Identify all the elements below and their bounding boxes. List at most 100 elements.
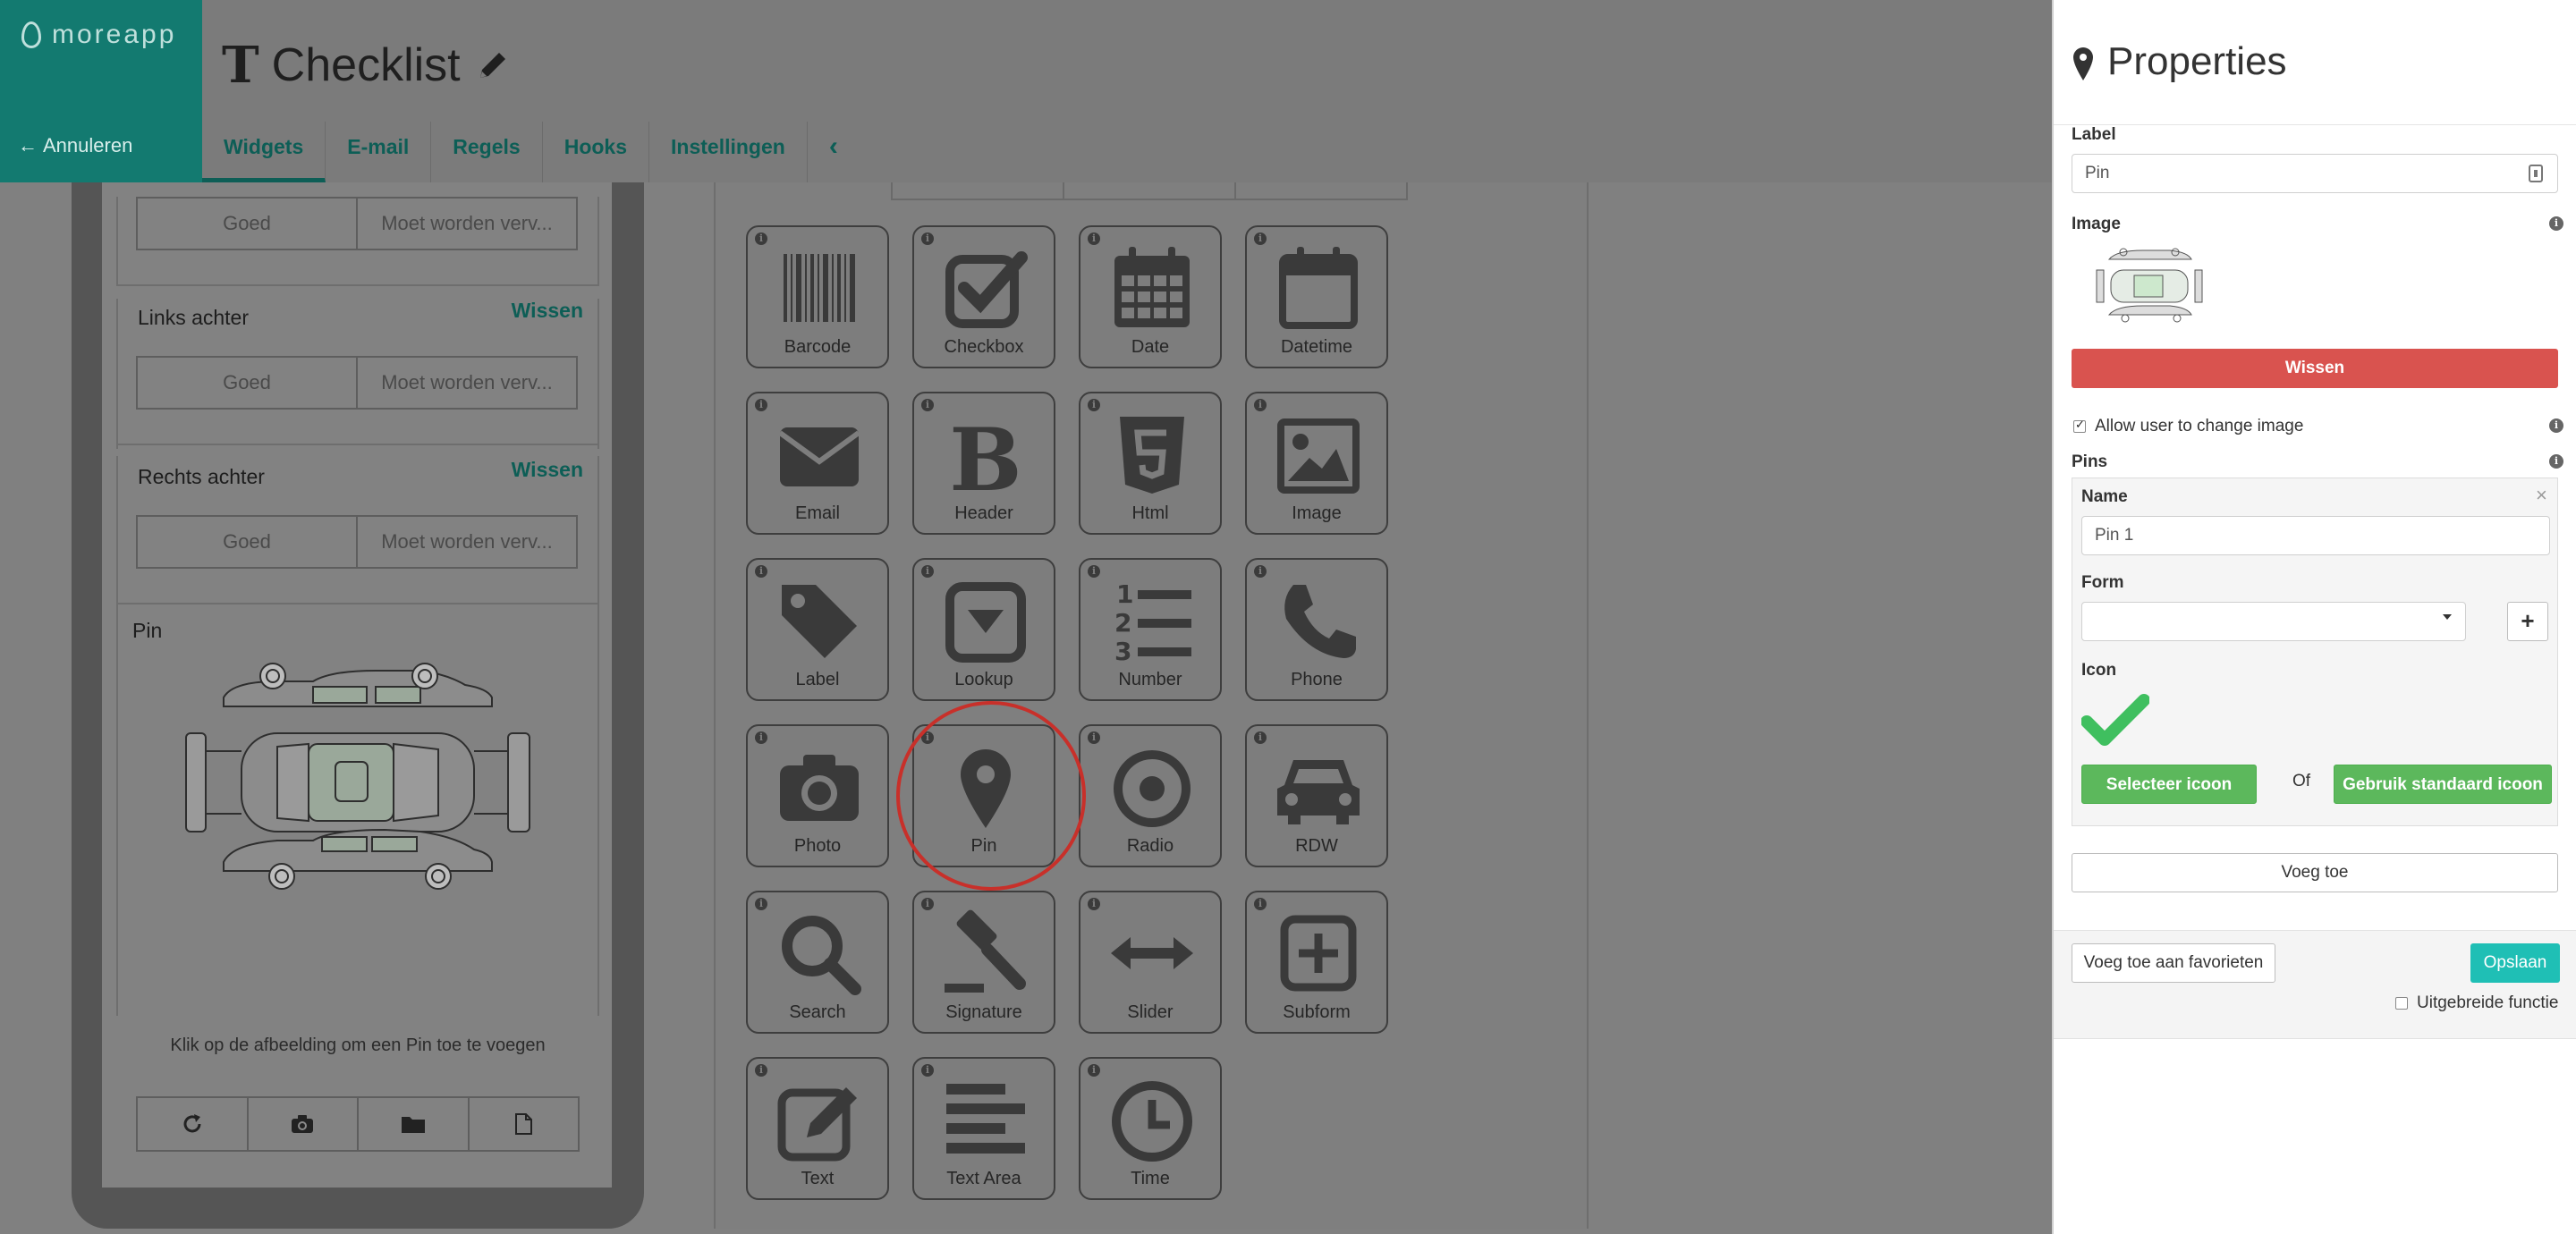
cancel-button[interactable]: ← Annuleren — [18, 134, 132, 157]
info-icon[interactable]: i — [1254, 731, 1267, 744]
info-icon[interactable]: i — [1254, 232, 1267, 245]
widget-label-item[interactable]: i Label — [746, 558, 889, 701]
widget-subform[interactable]: i Subform — [1245, 891, 1388, 1034]
widget-image[interactable]: i Image — [1245, 392, 1388, 535]
info-icon[interactable]: i — [921, 565, 934, 578]
clear-link[interactable]: Wissen — [512, 299, 583, 323]
info-icon[interactable]: i — [1088, 898, 1100, 910]
info-icon[interactable]: i — [2549, 418, 2563, 433]
use-default-icon-button[interactable]: Gebruik standaard icoon — [2334, 765, 2552, 804]
info-icon[interactable]: i — [921, 731, 934, 744]
widget-label: Html — [1131, 503, 1169, 523]
widget-html[interactable]: i Html — [1079, 392, 1222, 535]
info-icon[interactable]: i — [921, 898, 934, 910]
choice-replace[interactable]: Moet worden verv... — [356, 199, 576, 249]
widget-number[interactable]: i 1 2 3 Number — [1079, 558, 1222, 701]
widget-search[interactable]: i Search — [746, 891, 889, 1034]
choice-good[interactable]: Goed — [138, 517, 356, 567]
cancel-label: Annuleren — [43, 134, 133, 156]
widget-label: Header — [954, 503, 1013, 523]
widget-datetime[interactable]: i Datetime — [1245, 225, 1388, 368]
add-form-button[interactable]: + — [2507, 602, 2548, 641]
camera-icon[interactable] — [246, 1098, 358, 1150]
check-mark-icon — [2081, 694, 2149, 746]
info-icon[interactable]: i — [921, 232, 934, 245]
tab-email[interactable]: E-mail — [326, 122, 432, 182]
info-icon[interactable]: i — [1254, 399, 1267, 411]
allow-change-image-checkbox[interactable] — [2073, 418, 2086, 433]
choice-replace[interactable]: Moet worden verv... — [356, 358, 576, 408]
close-icon[interactable]: × — [2536, 484, 2547, 507]
widget-lookup[interactable]: i Lookup — [912, 558, 1055, 701]
pin-name-input[interactable]: Pin 1 — [2081, 516, 2550, 555]
gavel-icon — [945, 909, 1026, 993]
folder-icon[interactable] — [357, 1098, 468, 1150]
widget-signature[interactable]: i Signature — [912, 891, 1055, 1034]
edit-icon — [777, 1087, 857, 1162]
info-icon[interactable]: i — [755, 565, 767, 578]
widget-header[interactable]: i B Header — [912, 392, 1055, 535]
info-icon[interactable]: i — [921, 1064, 934, 1077]
info-icon[interactable]: i — [755, 898, 767, 910]
car-icon — [1277, 760, 1360, 824]
collapse-chevron-icon[interactable]: ‹ — [808, 122, 860, 182]
widget-label: Image — [1292, 503, 1342, 523]
advanced-function-label: Uitgebreide functie — [2417, 993, 2559, 1012]
svg-text:3: 3 — [1114, 637, 1131, 665]
info-icon[interactable]: i — [1254, 565, 1267, 578]
widget-photo[interactable]: i Photo — [746, 724, 889, 867]
tab-settings[interactable]: Instellingen — [649, 122, 808, 182]
pencil-icon[interactable] — [473, 46, 513, 85]
info-icon[interactable]: i — [1254, 898, 1267, 910]
form-select[interactable] — [2081, 602, 2466, 641]
choice-good[interactable]: Goed — [138, 199, 356, 249]
calendar-icon — [1114, 247, 1190, 327]
widget-label: Slider — [1127, 1002, 1174, 1022]
info-icon[interactable]: i — [755, 1064, 767, 1077]
choice-replace[interactable]: Moet worden verv... — [356, 517, 576, 567]
add-pin-button[interactable]: Voeg toe — [2072, 853, 2558, 892]
advanced-function-checkbox[interactable] — [2395, 997, 2408, 1010]
info-icon[interactable]: i — [755, 731, 767, 744]
info-icon[interactable]: i — [1088, 1064, 1100, 1077]
widget-email[interactable]: i Email — [746, 392, 889, 535]
refresh-icon[interactable] — [138, 1098, 247, 1150]
info-icon[interactable]: i — [755, 399, 767, 411]
widget-checkbox[interactable]: i Checkbox — [912, 225, 1055, 368]
bold-b-icon: B — [949, 410, 1021, 499]
info-icon[interactable]: i — [1088, 565, 1100, 578]
widget-slider[interactable]: i Slider — [1079, 891, 1222, 1034]
widget-rdw[interactable]: i RDW — [1245, 724, 1388, 867]
info-icon[interactable]: i — [2549, 216, 2563, 231]
info-icon[interactable]: i — [2549, 454, 2563, 469]
info-icon[interactable]: i — [755, 232, 767, 245]
widget-pin[interactable]: i Pin — [912, 724, 1055, 867]
tab-widgets[interactable]: Widgets — [202, 122, 326, 182]
tab-rules[interactable]: Regels — [431, 122, 543, 182]
label-input[interactable]: Pin — [2072, 154, 2558, 193]
widget-textarea[interactable]: i Text Area — [912, 1057, 1055, 1200]
info-icon[interactable]: i — [1088, 399, 1100, 411]
widget-label: Subform — [1283, 1002, 1351, 1022]
widget-time[interactable]: i Time — [1079, 1057, 1222, 1200]
widget-phone[interactable]: i Phone — [1245, 558, 1388, 701]
info-icon[interactable]: i — [1088, 232, 1100, 245]
widget-radio[interactable]: i Radio — [1079, 724, 1222, 867]
image-thumbnail[interactable] — [2089, 247, 2209, 324]
info-icon[interactable]: i — [921, 399, 934, 411]
car-diagram-image[interactable] — [179, 662, 537, 894]
choice-good[interactable]: Goed — [138, 358, 356, 408]
add-to-favorites-button[interactable]: Voeg toe aan favorieten — [2072, 943, 2275, 983]
envelope-icon — [778, 427, 860, 486]
select-icon-button[interactable]: Selecteer icoon — [2081, 765, 2257, 804]
widget-text[interactable]: i Text — [746, 1057, 889, 1200]
clear-image-button[interactable]: Wissen — [2072, 349, 2558, 388]
widget-barcode[interactable]: i Barcode — [746, 225, 889, 368]
clear-link[interactable]: Wissen — [512, 458, 583, 482]
file-icon[interactable] — [467, 1098, 579, 1150]
info-icon[interactable]: i — [1088, 731, 1100, 744]
widget-date[interactable]: i Date — [1079, 225, 1222, 368]
tab-hooks[interactable]: Hooks — [543, 122, 650, 182]
widget-label: Time — [1131, 1169, 1170, 1188]
save-button[interactable]: Opslaan — [2470, 943, 2560, 983]
